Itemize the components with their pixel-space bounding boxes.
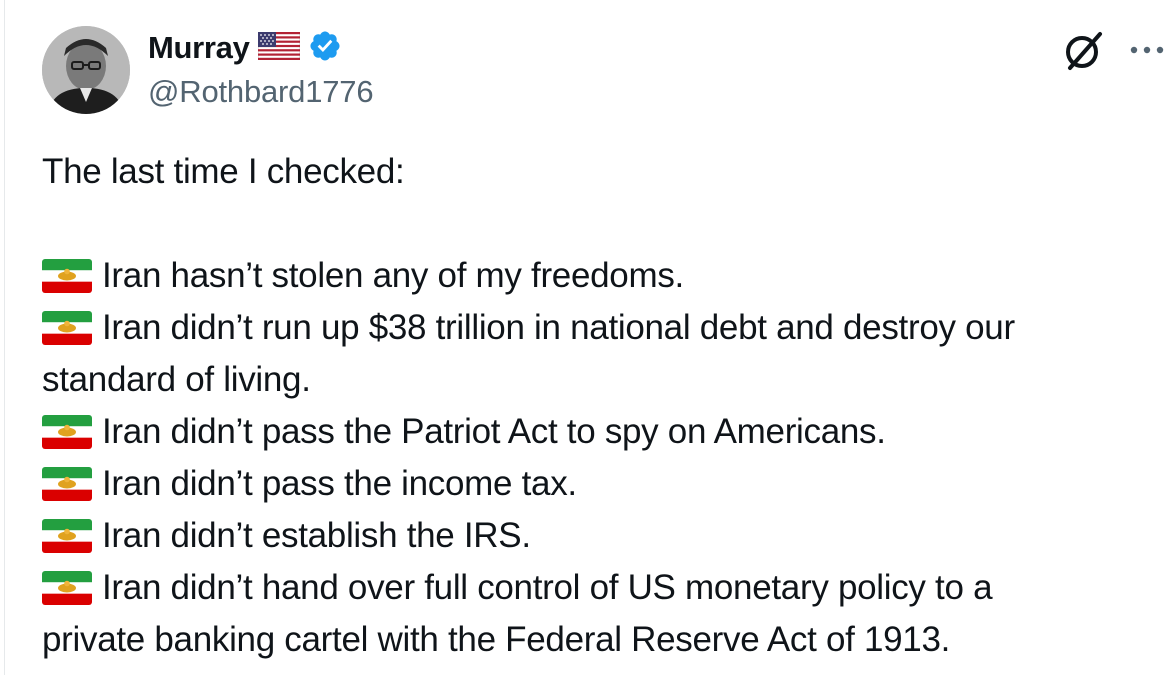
list-item: Iran didn’t hand over full control of US… [42, 562, 1172, 666]
iran-lion-and-sun-flag-icon [42, 311, 92, 345]
list-item-continuation: standard of living. [42, 360, 311, 399]
tweet-intro: The last time I checked: [42, 152, 405, 191]
avatar[interactable] [42, 26, 130, 114]
list-item-text: Iran didn’t establish the IRS. [102, 516, 531, 555]
list-item: Iran didn’t establish the IRS. [42, 510, 1172, 562]
list-item: Iran didn’t run up $38 trillion in natio… [42, 302, 1172, 406]
tweet-header: Murray @Rothbard1776 [42, 26, 1164, 116]
author-handle[interactable]: @Rothbard1776 [148, 74, 374, 110]
more-options-icon[interactable] [1124, 28, 1170, 72]
us-flag-icon [257, 31, 301, 65]
iran-lion-and-sun-flag-icon [42, 467, 92, 501]
display-name[interactable]: Murray [148, 30, 250, 66]
tweet-body: The last time I checked: Iran hasn’t sto… [42, 146, 1172, 666]
iran-lion-and-sun-flag-icon [42, 415, 92, 449]
iran-lion-and-sun-flag-icon [42, 259, 92, 293]
display-name-row: Murray [148, 28, 373, 68]
list-item-text: Iran didn’t run up $38 trillion in natio… [102, 308, 1015, 347]
list-item-text: Iran didn’t hand over full control of US… [102, 568, 993, 607]
iran-lion-and-sun-flag-icon [42, 571, 92, 605]
list-item-continuation: private banking cartel with the Federal … [42, 620, 951, 659]
verified-badge-icon[interactable] [308, 29, 342, 68]
list-item-text: Iran didn’t pass the income tax. [102, 464, 577, 503]
list-item-text: Iran didn’t pass the Patriot Act to spy … [102, 412, 886, 451]
author-names: Murray @Rothbard1776 [148, 28, 374, 110]
list-item: Iran didn’t pass the Patriot Act to spy … [42, 406, 1172, 458]
timeline-divider [4, 0, 5, 675]
iran-lion-and-sun-flag-icon [42, 519, 92, 553]
portrait-avatar-icon [42, 26, 130, 114]
list-item-text: Iran hasn’t stolen any of my freedoms. [102, 256, 684, 295]
list-item: Iran hasn’t stolen any of my freedoms. [42, 250, 1172, 302]
list-item: Iran didn’t pass the income tax. [42, 458, 1172, 510]
grok-icon[interactable] [1062, 28, 1106, 72]
